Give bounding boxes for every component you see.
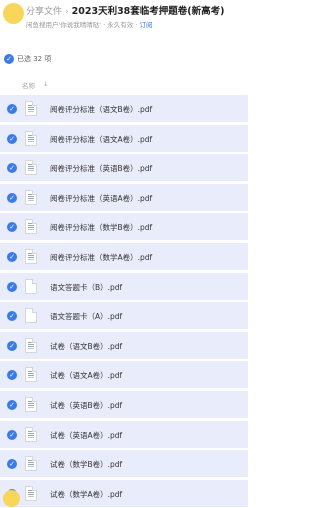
pdf-file-icon [25,367,37,383]
row-checkbox[interactable]: ✓ [7,192,17,203]
file-row[interactable]: ✓ 试卷（语文A卷）.pdf [0,361,248,390]
row-checkbox[interactable]: ✓ [7,459,17,470]
file-row[interactable]: ✓试卷（数学A卷）.pdf [0,479,248,508]
check-icon: ✓ [9,193,15,202]
check-icon: ✓ [9,105,15,113]
breadcrumb-root[interactable]: 分享文件 [26,7,62,17]
pdf-file-icon [25,426,37,442]
pdf-file-icon [25,130,37,146]
pdf-file-icon [25,160,37,176]
file-name[interactable]: 试卷（英语B卷）.pdf [50,400,122,411]
breadcrumb: 分享文件 › 2023天利38套临考押题卷(新高考) [26,3,224,17]
pdf-file-icon [25,189,37,205]
file-name[interactable]: 试卷（英语A卷）.pdf [50,430,122,441]
selection-bar: ✓ 已选 32 项 [0,52,248,66]
file-name[interactable]: 阅卷评分标准（数学A卷）.pdf [50,252,152,263]
row-checkbox[interactable]: ✓ [7,222,17,233]
file-name[interactable]: 阅卷评分标准（语文A卷）.pdf [50,134,152,145]
row-checkbox[interactable]: ✓ [7,340,17,351]
floating-action-icon[interactable] [3,490,20,507]
check-icon: ✓ [6,55,12,63]
file-name[interactable]: 语文答题卡（A）.pdf [50,311,122,322]
file-name[interactable]: 阅卷评分标准（英语A卷）.pdf [50,193,152,204]
check-icon: ✓ [9,253,15,261]
check-icon: ✓ [9,282,15,291]
file-row[interactable]: ✓ 阅卷评分标准（英语A卷）.pdf [0,183,248,212]
file-row[interactable]: ✓ 阅卷评分标准（语文B卷）.pdf [0,95,248,123]
subscribe-link[interactable]: 订阅 [139,21,152,29]
file-row[interactable]: ✓ 试卷（英语B卷）.pdf [0,391,248,419]
file-name[interactable]: 试卷（语文A卷）.pdf [50,370,122,381]
check-icon: ✓ [9,164,15,173]
file-row[interactable]: ✓ 阅卷评分标准（语文A卷）.pdf [0,124,248,153]
check-icon: ✓ [9,430,15,439]
file-row[interactable]: ✓ 语文答题卡（B）.pdf [0,272,248,301]
row-checkbox[interactable]: ✓ [7,400,17,410]
file-name[interactable]: 试卷（语文B卷）.pdf [50,341,122,352]
row-checkbox[interactable]: ✓ [7,370,17,381]
file-row[interactable]: ✓ 试卷（语文B卷）.pdf [0,331,248,360]
pdf-file-icon [25,249,37,264]
check-icon: ✓ [9,460,15,469]
file-name[interactable]: 阅卷评分标准（语文B卷）.pdf [50,104,152,115]
file-name[interactable]: 阅卷评分标准（英语B卷）.pdf [50,163,152,174]
file-name[interactable]: 试卷（数学B卷）.pdf [50,459,122,470]
share-folder-icon [3,3,24,24]
pdf-file-icon [25,485,37,501]
page-title: 2023天利38套临考押题卷(新高考) [71,6,225,17]
column-name-header[interactable]: 名称 [22,80,35,90]
pdf-file-icon [25,101,37,116]
file-name[interactable]: 语文答题卡（B）.pdf [50,282,122,293]
file-row[interactable]: ✓ 试卷（数学B卷）.pdf [0,450,248,479]
select-all-checkbox[interactable]: ✓ [4,54,14,64]
row-checkbox[interactable]: ✓ [7,311,17,322]
share-info-text: 闲鱼搜用户'你说我晴晴哒' · 永久有效 · [26,21,140,29]
file-row[interactable]: ✓ 阅卷评分标准（英语B卷）.pdf [0,154,248,183]
file-row[interactable]: ✓ 试卷（英语A卷）.pdf [0,420,248,449]
row-checkbox[interactable]: ✓ [7,281,17,292]
column-header: 名称 ↓ [0,75,248,95]
share-info: 闲鱼搜用户'你说我晴晴哒' · 永久有效 · 订阅 [26,19,152,29]
file-name[interactable]: 阅卷评分标准（数学B卷）.pdf [50,222,152,233]
breadcrumb-separator: › [65,7,69,17]
sort-arrow-icon[interactable]: ↓ [43,80,48,88]
pdf-file-icon [25,219,37,235]
share-header: 分享文件 › 2023天利38套临考押题卷(新高考) 闲鱼搜用户'你说我晴晴哒' ·… [0,0,248,40]
pdf-file-icon [25,337,37,353]
file-name[interactable]: 试卷（数学A卷）.pdf [50,489,122,500]
check-icon: ✓ [9,401,15,409]
selection-count: 已选 32 项 [17,55,52,63]
pdf-file-icon [25,397,37,412]
file-row[interactable]: ✓ 阅卷评分标准（数学A卷）.pdf [0,243,248,271]
pdf-file-icon [25,278,37,294]
pdf-file-icon [25,308,37,324]
pdf-file-icon [25,456,37,472]
row-checkbox[interactable]: ✓ [7,252,17,262]
row-checkbox[interactable]: ✓ [7,133,17,144]
check-icon: ✓ [9,341,15,350]
check-icon: ✓ [9,134,15,143]
check-icon: ✓ [9,223,15,232]
file-row[interactable]: ✓ 语文答题卡（A）.pdf [0,302,248,331]
row-checkbox[interactable]: ✓ [7,104,17,114]
check-icon: ✓ [9,312,15,321]
file-row[interactable]: ✓ 阅卷评分标准（数学B卷）.pdf [0,213,248,242]
row-checkbox[interactable]: ✓ [7,163,17,174]
row-checkbox[interactable]: ✓ [7,429,17,440]
check-icon: ✓ [9,371,15,380]
